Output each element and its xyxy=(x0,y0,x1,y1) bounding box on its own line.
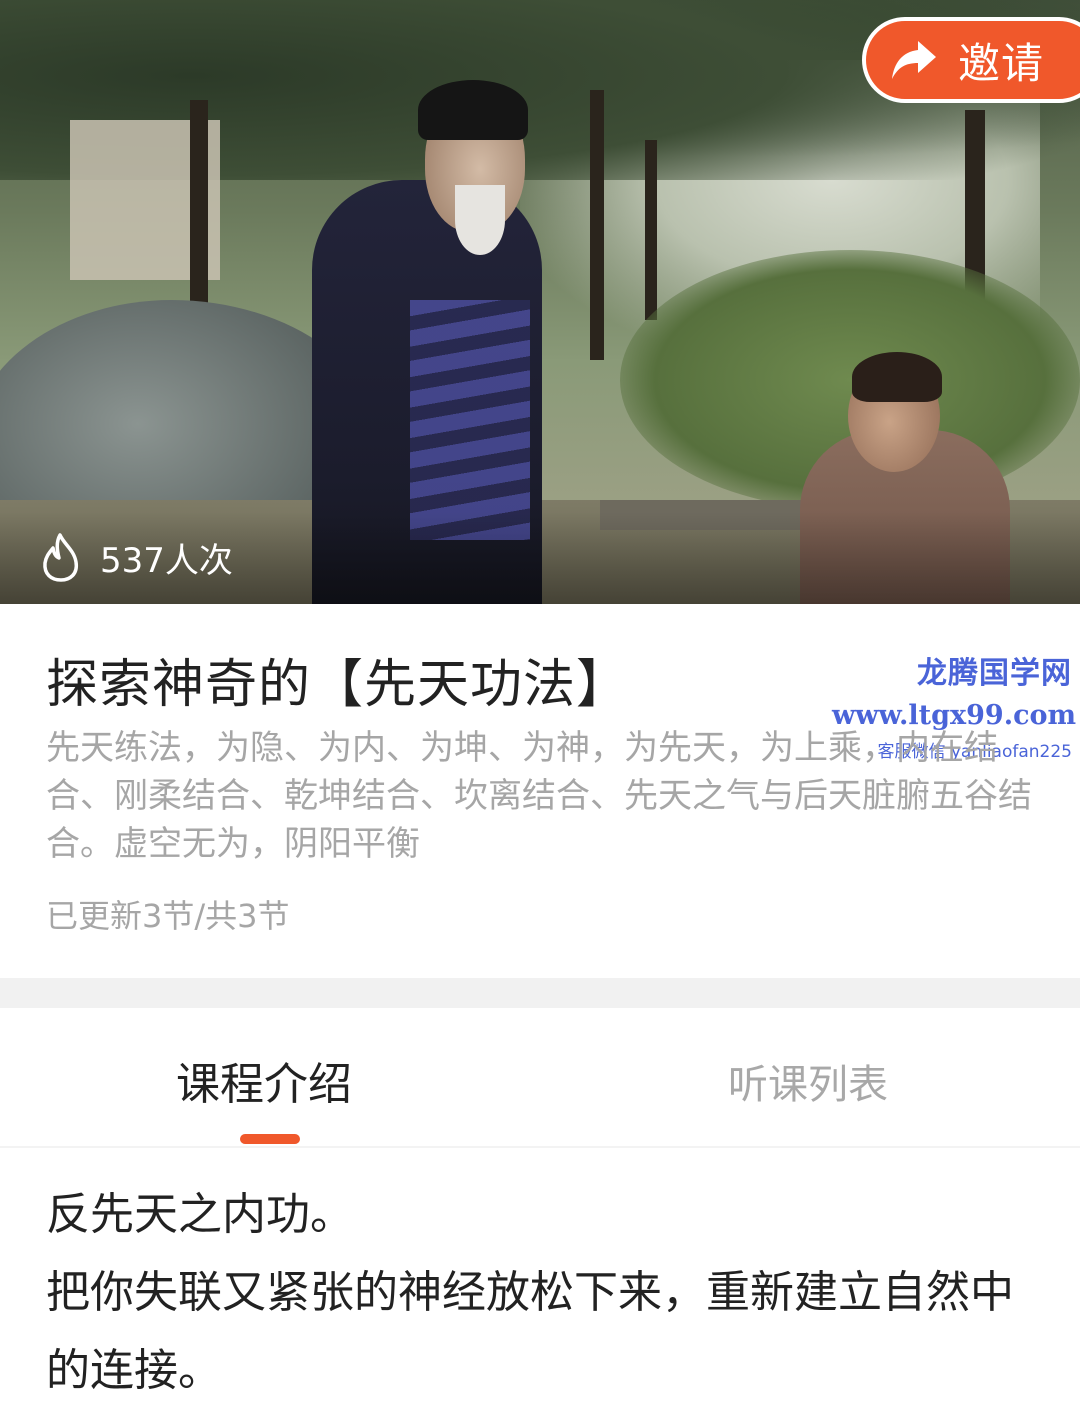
course-progress: 已更新3节/共3节 xyxy=(46,897,290,935)
cover-woman-hair xyxy=(852,352,942,402)
intro-paragraph: 把你失联又紧张的神经放松下来，重新建立自然中的连接。 xyxy=(46,1267,1014,1396)
share-arrow-icon xyxy=(892,41,936,79)
fire-icon xyxy=(43,533,79,582)
view-count: 537人次 xyxy=(100,540,233,581)
intro-paragraph: 反先天之内功。 xyxy=(46,1189,354,1240)
course-cover[interactable]: 邀请 537人次 xyxy=(0,0,1080,604)
tab-course-intro[interactable]: 课程介绍 xyxy=(176,1048,352,1112)
tab-lesson-list[interactable]: 听课列表 xyxy=(728,1052,888,1110)
course-intro-body: 反先天之内功。 把你失联又紧张的神经放松下来，重新建立自然中的连接。 xyxy=(46,1176,1036,1410)
watermark-site-name: 龙腾国学网 xyxy=(917,656,1072,691)
tab-bar: 课程介绍 听课列表 xyxy=(0,1008,1080,1148)
cover-old-man-beard xyxy=(455,185,505,255)
cover-tree-trunk xyxy=(590,90,604,360)
invite-label: 邀请 xyxy=(958,38,1045,88)
course-title: 探索神奇的【先天功法】 xyxy=(46,655,630,715)
view-count-badge: 537人次 xyxy=(40,532,233,582)
cover-old-man-cap xyxy=(418,80,528,140)
cover-old-man-shirt xyxy=(410,300,530,540)
active-tab-indicator xyxy=(240,1134,300,1144)
cover-tree-trunk xyxy=(645,140,657,320)
invite-button[interactable]: 邀请 xyxy=(862,17,1080,103)
section-divider xyxy=(0,978,1080,1008)
course-description: 先天练法，为隐、为内、为坤、为神，为先天，为上乘，内在结合、刚柔结合、乾坤结合、… xyxy=(46,728,1032,864)
